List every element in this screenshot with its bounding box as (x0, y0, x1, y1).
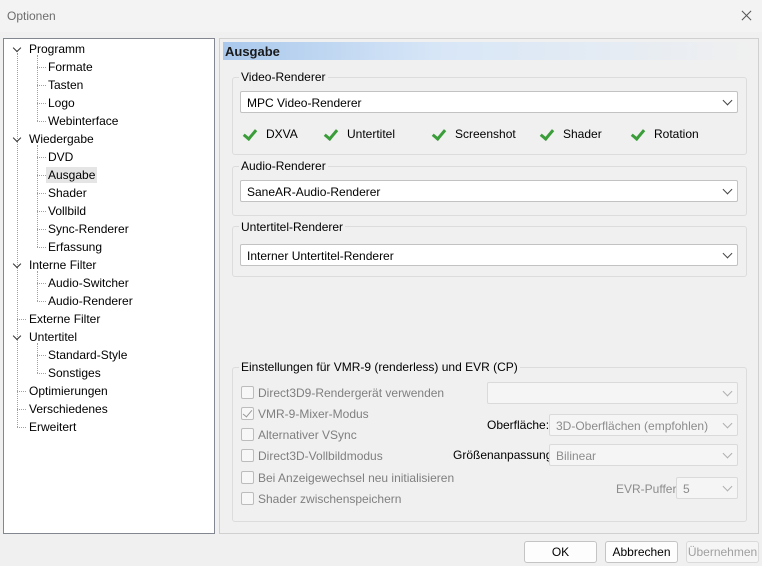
tree-connector-line (37, 301, 46, 302)
video-renderer-group (232, 77, 747, 155)
tree-connector-line (37, 211, 46, 212)
tree-connector-line (17, 319, 26, 320)
chevron-down-icon (722, 448, 733, 459)
audio-renderer-label: Audio-Renderer (239, 159, 328, 173)
checkbox-box (241, 492, 254, 505)
tree-item[interactable]: Sync-Renderer (46, 221, 131, 237)
checkbox-box (241, 471, 254, 484)
window-title: Optionen (7, 9, 56, 23)
tree-item[interactable]: Vollbild (46, 203, 88, 219)
tree-item[interactable]: Audio-Renderer (46, 293, 135, 309)
surface-select[interactable]: 3D-Oberflächen (empfohlen) (549, 414, 738, 436)
chevron-down-icon (722, 184, 733, 195)
page-title: Ausgabe (225, 44, 280, 59)
vmr-settings-label: Einstellungen für VMR-9 (renderless) und… (239, 360, 520, 374)
video-renderer-select[interactable]: MPC Video-Renderer (240, 91, 738, 113)
chevron-down-icon[interactable] (12, 131, 23, 147)
evr-buffer-label: EVR-Puffer: (616, 482, 680, 496)
close-icon[interactable] (736, 6, 758, 26)
tree-connector-line (37, 103, 46, 104)
tree-connector-line (17, 427, 26, 428)
title-bar: Optionen (0, 0, 762, 32)
tree-item[interactable]: Erfassung (46, 239, 104, 255)
chevron-down-icon (722, 248, 733, 259)
d3d9-device-select[interactable] (487, 382, 738, 404)
tree-connector-line (37, 121, 46, 122)
check-icon (629, 127, 645, 141)
subtitle-renderer-select[interactable]: Interner Untertitel-Renderer (240, 244, 738, 266)
options-tree[interactable]: Programm Formate Tasten Logo Webinterface Wie… (3, 38, 215, 534)
ok-button[interactable]: OK (524, 541, 597, 563)
evr-buffer-select[interactable]: 5 (676, 477, 738, 499)
checkbox-box (241, 449, 254, 462)
tree-item[interactable]: Wiedergabe (27, 131, 96, 147)
tree-branch-line (37, 55, 38, 121)
tree-item[interactable]: Audio-Switcher (46, 275, 131, 291)
tree-connector-line (17, 409, 26, 410)
surface-label: Oberfläche: (487, 418, 550, 432)
tree-branch-line (37, 271, 38, 301)
check-icon (322, 127, 338, 141)
tree-item[interactable]: Logo (46, 95, 77, 111)
chevron-down-icon[interactable] (12, 329, 23, 345)
tree-item[interactable]: Tasten (46, 77, 85, 93)
tree-branch-line (37, 145, 38, 247)
tree-connector-line (37, 247, 46, 248)
tree-connector-line (37, 229, 46, 230)
audio-renderer-select[interactable]: SaneAR-Audio-Renderer (240, 180, 738, 202)
tree-item[interactable]: Erweitert (27, 419, 78, 435)
tree-connector-line (17, 391, 26, 392)
page-header: Ausgabe (223, 42, 756, 60)
chevron-down-icon (722, 386, 733, 397)
tree-item[interactable]: Formate (46, 59, 95, 75)
check-icon (538, 127, 554, 141)
resize-select[interactable]: Bilinear (549, 444, 738, 466)
chevron-down-icon (722, 418, 733, 429)
tree-item[interactable]: DVD (46, 149, 75, 165)
resize-label: Größenanpassung: (453, 448, 556, 462)
tree-item[interactable]: Standard-Style (46, 347, 129, 363)
checkbox-box (241, 407, 254, 420)
tree-item[interactable]: Shader (46, 185, 89, 201)
subtitle-renderer-label: Untertitel-Renderer (239, 220, 346, 234)
tree-connector-line (37, 157, 46, 158)
tree-connector-line (37, 283, 46, 284)
tree-item[interactable]: Verschiedenes (27, 401, 110, 417)
tree-item[interactable]: Programm (27, 41, 87, 57)
chevron-down-icon (722, 95, 733, 106)
checkbox-box (241, 428, 254, 441)
apply-button[interactable]: Übernehmen (686, 541, 759, 563)
settings-panel: Ausgabe Video-Renderer MPC Video-Rendere… (219, 38, 759, 534)
cancel-button[interactable]: Abbrechen (605, 541, 678, 563)
chevron-down-icon[interactable] (12, 257, 23, 273)
tree-connector-line (37, 355, 46, 356)
tree-connector-line (37, 193, 46, 194)
tree-item[interactable]: Untertitel (27, 329, 79, 345)
tree-connector-line (37, 85, 46, 86)
tree-connector-line (37, 67, 46, 68)
check-icon (241, 127, 257, 141)
video-renderer-label: Video-Renderer (239, 70, 328, 84)
tree-root-line (17, 53, 18, 427)
tree-item[interactable]: Ausgabe (46, 167, 98, 183)
tree-branch-line (37, 343, 38, 373)
tree-item[interactable]: Externe Filter (27, 311, 102, 327)
chevron-down-icon[interactable] (12, 41, 23, 57)
check-icon (430, 127, 446, 141)
tree-connector-line (37, 373, 46, 374)
checkbox-box (241, 386, 254, 399)
tree-item[interactable]: Sonstiges (46, 365, 103, 381)
tree-item[interactable]: Interne Filter (27, 257, 98, 273)
tree-connector-line (37, 175, 46, 176)
tree-item[interactable]: Webinterface (46, 113, 120, 129)
chevron-down-icon (722, 481, 733, 492)
tree-item[interactable]: Optimierungen (27, 383, 110, 399)
